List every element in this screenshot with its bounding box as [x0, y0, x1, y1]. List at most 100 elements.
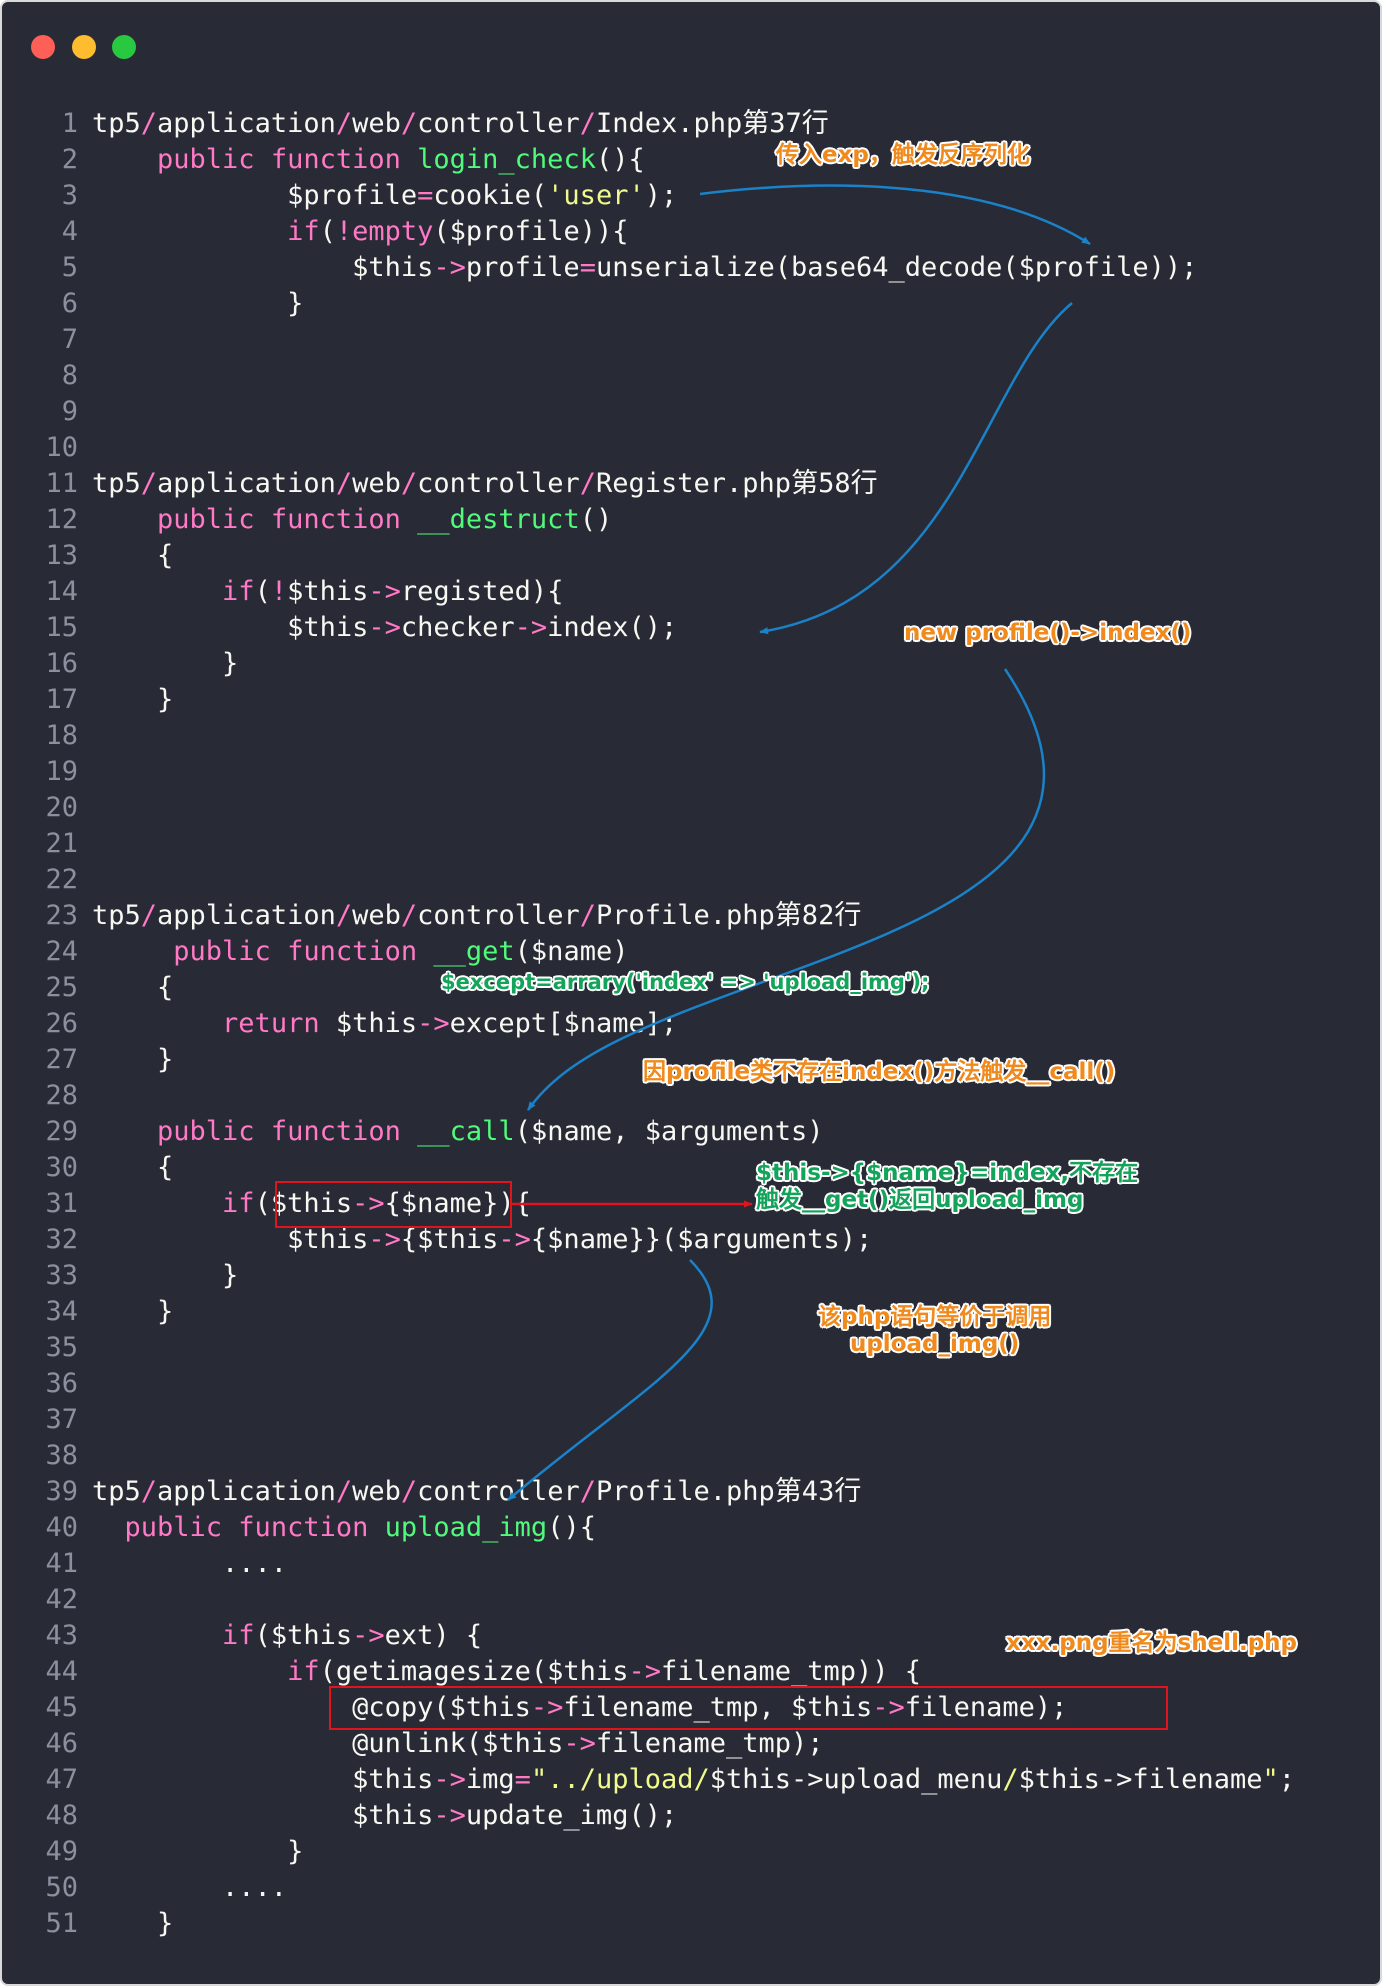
line-number: 3: [61, 180, 78, 211]
line-number: 7: [61, 324, 78, 355]
line-number: 19: [45, 756, 78, 787]
code-text: if($this->ext) {: [222, 1620, 483, 1651]
code-line: 38: [2, 1438, 1380, 1474]
code-line: 41 ....: [2, 1546, 1380, 1582]
line-number: 22: [45, 864, 78, 895]
code-line: 35: [2, 1330, 1380, 1366]
line-number: 26: [45, 1008, 78, 1039]
line-number: 23: [45, 900, 78, 931]
code-line: 51 }: [2, 1906, 1380, 1942]
code-line: 8: [2, 358, 1380, 394]
code-text: ....: [92, 1872, 288, 1903]
line-number: 32: [45, 1224, 78, 1255]
code-text: {: [92, 972, 174, 1003]
line-number: 41: [45, 1548, 78, 1579]
line-number: 18: [45, 720, 78, 751]
code-line: 19: [2, 754, 1380, 790]
code-line: 1 tp5/application/web/controller/Index.ph…: [2, 106, 1380, 142]
code-text: ....: [92, 1548, 288, 1579]
code-line: 21: [2, 826, 1380, 862]
line-number: 33: [45, 1260, 78, 1291]
code-line: 48 $this->update_img();: [2, 1798, 1380, 1834]
code-text: {: [92, 1152, 174, 1183]
code-text: public function __get($name): [173, 936, 629, 967]
annotation-get-return: $this->{$name}=index,不存在 触发__get()返回uplo…: [756, 1160, 1139, 1213]
line-number: 1: [61, 108, 78, 139]
line-number: 42: [45, 1584, 78, 1615]
code-text: }: [92, 1260, 239, 1291]
code-line: 39 tp5/application/web/controller/Profile…: [2, 1474, 1380, 1510]
code-text: tp5/application/web/controller/Index.php…: [92, 108, 829, 139]
line-number: 6: [61, 288, 78, 319]
line-number: 50: [45, 1872, 78, 1903]
code-line: 29 public function __call($name, $argume…: [2, 1114, 1380, 1150]
code-line: 18: [2, 718, 1380, 754]
line-number: 10: [45, 432, 78, 463]
line-number: 31: [45, 1188, 78, 1219]
line-number: 21: [45, 828, 78, 859]
code-line: 42: [2, 1582, 1380, 1618]
code-text: }: [92, 1044, 174, 1075]
code-line: 31 if($this->{$name}){: [2, 1186, 1380, 1222]
line-number: 39: [45, 1476, 78, 1507]
line-number: 47: [45, 1764, 78, 1795]
code-text: tp5/application/web/controller/Profile.p…: [92, 1476, 862, 1507]
code-text: if(!empty($profile)){: [287, 216, 629, 247]
close-window-icon[interactable]: [31, 35, 55, 59]
code-text: public function __call($name, $arguments…: [157, 1116, 824, 1147]
line-number: 49: [45, 1836, 78, 1867]
annotation-trigger-call: 因profile类不存在index()方法触发__call(): [643, 1059, 1116, 1085]
annotation-rename-shell: xxx.png重名为shell.php: [1006, 1630, 1298, 1656]
line-number: 28: [45, 1080, 78, 1111]
code-line: 30 {: [2, 1150, 1380, 1186]
code-line: 14 if(!$this->registed){: [2, 574, 1380, 610]
annotation-except-array: $except=arrary('index' => 'upload_img');: [441, 970, 930, 994]
line-number: 9: [61, 396, 78, 427]
code-text: tp5/application/web/controller/Profile.p…: [92, 900, 862, 931]
line-number: 45: [45, 1692, 78, 1723]
code-line: 37: [2, 1402, 1380, 1438]
code-line: 22: [2, 862, 1380, 898]
code-text: public function upload_img(){: [124, 1512, 596, 1543]
code-line: 9: [2, 394, 1380, 430]
line-number: 4: [61, 216, 78, 247]
code-line: 47 $this->img="../upload/$this->upload_m…: [2, 1762, 1380, 1798]
highlight-copy-line: [329, 1686, 1168, 1730]
line-number: 15: [45, 612, 78, 643]
code-line: 23 tp5/application/web/controller/Profile…: [2, 898, 1380, 934]
code-text: }: [92, 648, 239, 679]
code-line: 40 public function upload_img(){: [2, 1510, 1380, 1546]
line-number: 27: [45, 1044, 78, 1075]
line-number: 40: [45, 1512, 78, 1543]
code-line: 24 public function __get($name): [2, 934, 1380, 970]
code-line: 6 }: [2, 286, 1380, 322]
line-number: 17: [45, 684, 78, 715]
code-text: }: [92, 1908, 174, 1939]
line-number: 34: [45, 1296, 78, 1327]
code-text: if(!$this->registed){: [222, 576, 564, 607]
code-line: 34 }: [2, 1294, 1380, 1330]
line-number: 2: [61, 144, 78, 175]
code-text: }: [92, 1836, 304, 1867]
code-text: $profile=cookie('user');: [92, 180, 678, 211]
line-number: 43: [45, 1620, 78, 1651]
code-text: public function __destruct(): [157, 504, 613, 535]
code-text: $this->img="../upload/$this->upload_menu…: [92, 1764, 1295, 1795]
line-number: 29: [45, 1116, 78, 1147]
code-line: 50 ....: [2, 1870, 1380, 1906]
line-number: 8: [61, 360, 78, 391]
code-line: 3 $profile=cookie('user');: [2, 178, 1380, 214]
code-text: public function login_check(){: [157, 144, 645, 175]
maximize-window-icon[interactable]: [112, 35, 136, 59]
line-number: 38: [45, 1440, 78, 1471]
code-line: 32 $this->{$this->{$name}}($arguments);: [2, 1222, 1380, 1258]
minimize-window-icon[interactable]: [72, 35, 96, 59]
line-number: 20: [45, 792, 78, 823]
code-text: tp5/application/web/controller/Register.…: [92, 468, 878, 499]
line-number: 46: [45, 1728, 78, 1759]
code-text: }: [92, 1296, 174, 1327]
annotation-new-profile-index: new profile()->index(): [904, 620, 1192, 646]
code-text: $this->update_img();: [92, 1800, 678, 1831]
line-number: 44: [45, 1656, 78, 1687]
code-text: {: [92, 540, 174, 571]
